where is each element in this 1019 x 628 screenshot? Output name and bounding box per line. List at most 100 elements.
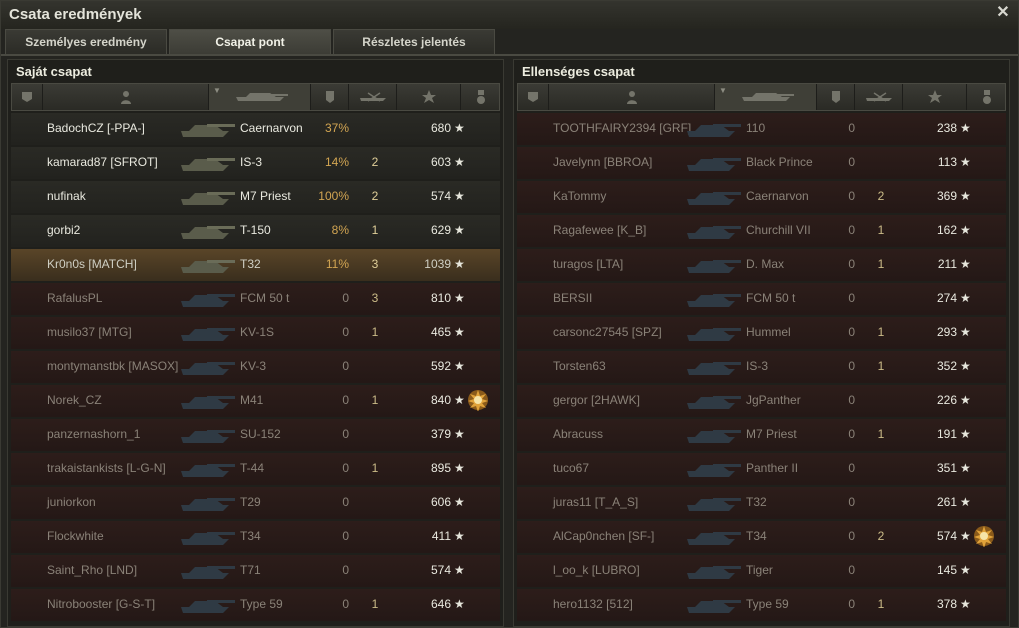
player-row[interactable]: Abracuss M7 Priest 0 1 191 ★ (517, 419, 1006, 451)
player-row[interactable]: nufinak M7 Priest 100% 2 574 ★ (11, 181, 500, 213)
player-row[interactable]: montymanstbk [MASOX] KV-3 0 592 ★ (11, 351, 500, 383)
tank-icon (181, 226, 235, 239)
shield-icon (832, 91, 840, 103)
kills-value: 1 (877, 359, 885, 373)
tank-name: FCM 50 t (240, 291, 290, 305)
damage-value: 0 (848, 427, 855, 441)
star-icon: ★ (454, 427, 465, 441)
player-row[interactable]: Norek_CZ M41 0 1 840 ★ (11, 385, 500, 417)
player-name: Ragafewee [K_B] (553, 223, 647, 237)
player-row[interactable]: Saint_Rho [LND] T71 0 574 ★ (11, 555, 500, 587)
player-row[interactable]: musilo37 [MTG] KV-1S 0 1 465 ★ (11, 317, 500, 349)
player-row[interactable]: trakaistankists [L-G-N] T-44 0 1 895 ★ (11, 453, 500, 485)
player-row[interactable]: Javelynn [BBROA] Black Prince 0 113 ★ (517, 147, 1006, 179)
tank-name: Tiger (746, 563, 773, 577)
tank-name: M7 Priest (746, 427, 797, 441)
tab-bar: Személyes eredmény Csapat pont Részletes… (5, 29, 497, 54)
player-row[interactable]: panzernashorn_1 SU-152 0 379 ★ (11, 419, 500, 451)
sort-medal-header[interactable] (966, 84, 1006, 110)
player-name: hero1132 [512] (553, 597, 633, 611)
medal-icon[interactable] (467, 389, 489, 411)
star-icon: ★ (454, 461, 465, 475)
player-name: BadochCZ [-PPA-] (47, 121, 145, 135)
player-row[interactable]: juras11 [T_A_S] T32 0 261 ★ (517, 487, 1006, 519)
player-name: musilo37 [MTG] (47, 325, 132, 339)
tab-team-score[interactable]: Csapat pont (169, 29, 331, 54)
player-name: montymanstbk [MASOX] (47, 359, 179, 373)
player-row[interactable]: kamarad87 [SFROT] IS-3 14% 2 603 ★ (11, 147, 500, 179)
tank-icon (181, 600, 235, 613)
sort-damage-header[interactable] (816, 84, 855, 110)
player-row[interactable]: l_oo_k [LUBRO] Tiger 0 145 ★ (517, 555, 1006, 587)
star-icon: ★ (454, 393, 465, 407)
close-icon[interactable]: ✕ (994, 4, 1012, 22)
player-row[interactable]: Ragafewee [K_B] Churchill VII 0 1 162 ★ (517, 215, 1006, 247)
sort-kills-header[interactable] (854, 84, 903, 110)
player-name: l_oo_k [LUBRO] (553, 563, 640, 577)
star-icon: ★ (960, 189, 971, 203)
player-row[interactable]: TOOTHFAIRY2394 [GRF] 110 0 238 ★ (517, 113, 1006, 145)
player-name: juniorkon (47, 495, 96, 509)
star-icon: ★ (960, 291, 971, 305)
player-row[interactable]: tuco67 Panther II 0 351 ★ (517, 453, 1006, 485)
tank-icon (687, 464, 741, 477)
kills-value: 1 (371, 223, 379, 237)
player-row[interactable]: Torsten63 IS-3 0 1 352 ★ (517, 351, 1006, 383)
damage-value: 0 (342, 529, 349, 543)
tank-name: D. Max (746, 257, 785, 271)
player-row[interactable]: RafalusPL FCM 50 t 0 3 810 ★ (11, 283, 500, 315)
tank-name: 110 (746, 121, 766, 135)
kills-value: 2 (877, 529, 885, 543)
player-row[interactable]: carsonc27545 [SPZ] Hummel 0 1 293 ★ (517, 317, 1006, 349)
star-icon (422, 90, 436, 103)
tank-name: KV-1S (240, 325, 275, 339)
kills-value: 1 (371, 597, 379, 611)
damage-value: 0 (848, 597, 855, 611)
sort-xp-header[interactable] (396, 84, 461, 110)
xp-value: 574 (936, 529, 957, 543)
damage-value: 0 (848, 529, 855, 543)
player-name: nufinak (47, 189, 86, 203)
sort-tank-header[interactable]: ▼ (714, 84, 817, 110)
kills-value: 3 (371, 291, 379, 305)
player-name: RafalusPL (47, 291, 103, 305)
player-row[interactable]: juniorkon T29 0 606 ★ (11, 487, 500, 519)
player-row[interactable]: Nitrobooster [G-S-T] Type 59 0 1 646 ★ (11, 589, 500, 621)
player-icon (121, 91, 131, 104)
tank-name: Panther II (746, 461, 799, 475)
player-row[interactable]: KaTommy Caernarvon 0 2 369 ★ (517, 181, 1006, 213)
player-row[interactable]: gorbi2 T-150 8% 1 629 ★ (11, 215, 500, 247)
player-row[interactable]: BERSII FCM 50 t 0 274 ★ (517, 283, 1006, 315)
sort-damage-header[interactable] (310, 84, 349, 110)
player-row[interactable]: turagos [LTA] D. Max 0 1 211 ★ (517, 249, 1006, 281)
sort-player-header[interactable] (548, 84, 715, 110)
player-row[interactable]: gergor [2HAWK] JgPanther 0 226 ★ (517, 385, 1006, 417)
tab-detailed-report[interactable]: Részletes jelentés (333, 29, 495, 54)
xp-value: 211 (937, 257, 957, 271)
damage-value: 37% (324, 121, 349, 135)
player-row[interactable]: AlCap0nchen [SF-] T34 0 2 574 ★ (517, 521, 1006, 553)
tank-name: Type 59 (240, 597, 283, 611)
sort-xp-header[interactable] (902, 84, 967, 110)
damage-value: 14% (324, 155, 349, 169)
sort-player-header[interactable] (42, 84, 209, 110)
player-row[interactable]: BadochCZ [-PPA-] Caernarvon 37% 680 ★ (11, 113, 500, 145)
kills-value: 3 (371, 257, 379, 271)
sort-tank-header[interactable]: ▼ (208, 84, 311, 110)
medal-icon[interactable] (973, 525, 995, 547)
sort-kills-header[interactable] (348, 84, 397, 110)
sort-rank-header[interactable] (518, 84, 548, 110)
tank-icon (181, 158, 235, 171)
destroyed-tank-icon (360, 92, 386, 102)
tab-personal-result[interactable]: Személyes eredmény (5, 29, 167, 54)
xp-value: 840 (430, 393, 451, 407)
player-row[interactable]: Flockwhite T34 0 411 ★ (11, 521, 500, 553)
sort-medal-header[interactable] (460, 84, 500, 110)
player-name: panzernashorn_1 (47, 427, 141, 441)
player-row[interactable]: Kr0n0s [MATCH] T32 11% 3 1039 ★ (11, 249, 500, 281)
player-row[interactable]: hero1132 [512] Type 59 0 1 378 ★ (517, 589, 1006, 621)
xp-value: 352 (936, 359, 957, 373)
sort-rank-header[interactable] (12, 84, 42, 110)
tank-name: T34 (746, 529, 767, 543)
star-icon: ★ (960, 597, 971, 611)
